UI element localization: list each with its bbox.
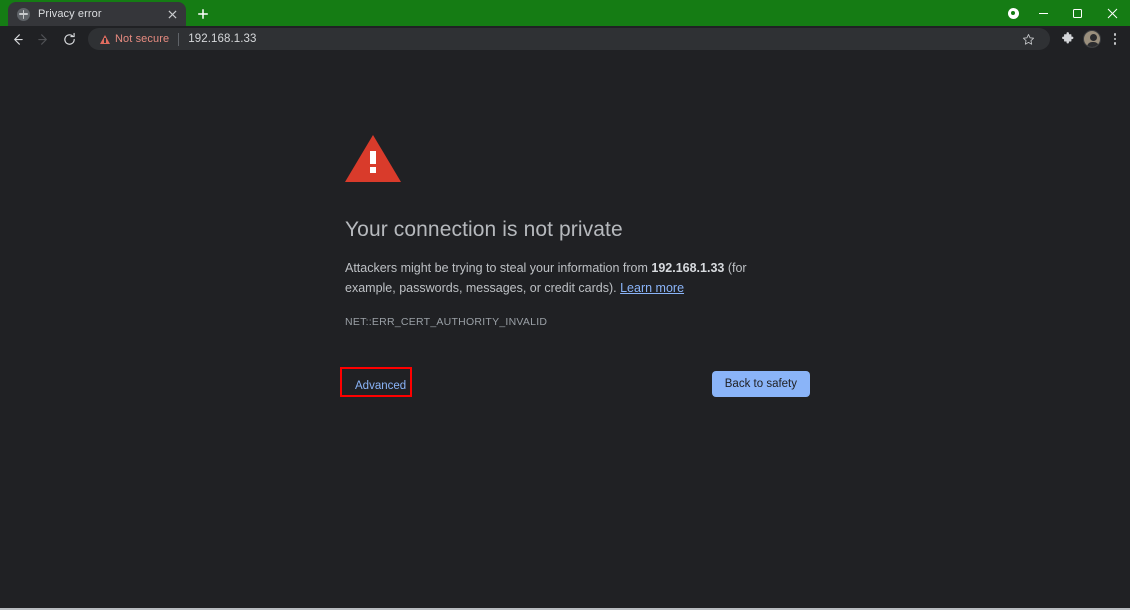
minimize-icon <box>1038 12 1048 14</box>
error-host: 192.168.1.33 <box>651 261 725 276</box>
window-close-button[interactable] <box>1094 0 1130 26</box>
security-status[interactable]: Not secure <box>100 33 169 45</box>
error-code: NET::ERR_CERT_AUTHORITY_INVALID <box>345 315 548 328</box>
browser-tab-privacy-error[interactable]: Privacy error <box>8 2 186 26</box>
forward-arrow-icon <box>37 33 47 45</box>
extensions-button[interactable] <box>1056 28 1080 50</box>
omnibox-actions <box>1016 28 1040 50</box>
maximize-icon <box>1072 8 1082 18</box>
page-content: Your connection is not private Attackers… <box>0 52 1130 608</box>
avatar-icon <box>1083 30 1101 48</box>
not-secure-label: Not secure <box>115 33 170 45</box>
url-text: 192.168.1.33 <box>188 33 257 45</box>
browser-toolbar: Not secure 192.168.1.33 <box>0 26 1130 52</box>
tab-strip: Privacy error <box>0 0 1130 26</box>
window-controls <box>1000 0 1130 26</box>
page-title: Your connection is not private <box>345 218 623 241</box>
puzzle-piece-icon <box>1062 32 1074 44</box>
omnibox-divider <box>178 32 180 46</box>
advanced-button[interactable]: Advanced <box>345 372 416 400</box>
plus-icon <box>198 9 208 19</box>
address-bar[interactable]: Not secure 192.168.1.33 <box>88 28 1050 50</box>
tab-title: Privacy error <box>38 8 102 20</box>
minimize-button[interactable] <box>1026 0 1060 26</box>
back-arrow-icon <box>13 33 23 45</box>
maximize-button[interactable] <box>1060 0 1094 26</box>
toolbar-right-actions <box>1056 28 1126 50</box>
reload-icon <box>63 32 75 45</box>
kebab-menu-icon[interactable] <box>1104 28 1126 50</box>
learn-more-link[interactable]: Learn more <box>620 281 684 295</box>
star-icon <box>1022 33 1034 45</box>
interstitial-actions: Advanced Back to safety <box>340 366 810 402</box>
forward-button[interactable] <box>30 27 56 51</box>
update-indicator-icon[interactable] <box>1000 0 1026 26</box>
window-close-icon <box>1107 8 1117 18</box>
new-tab-button[interactable] <box>190 2 216 26</box>
back-button[interactable] <box>4 27 30 51</box>
error-warning-triangle-icon <box>345 135 805 182</box>
bookmark-button[interactable] <box>1016 28 1040 50</box>
profile-button[interactable] <box>1080 28 1104 50</box>
error-description: Attackers might be trying to steal your … <box>345 259 765 298</box>
close-icon[interactable] <box>164 6 180 22</box>
warning-triangle-icon <box>100 34 110 44</box>
globe-icon <box>17 7 30 21</box>
reload-button[interactable] <box>56 27 82 51</box>
back-to-safety-button[interactable]: Back to safety <box>711 370 810 397</box>
ssl-interstitial: Your connection is not private Attackers… <box>340 135 810 402</box>
error-description-part1: Attackers might be trying to steal your … <box>345 261 652 276</box>
